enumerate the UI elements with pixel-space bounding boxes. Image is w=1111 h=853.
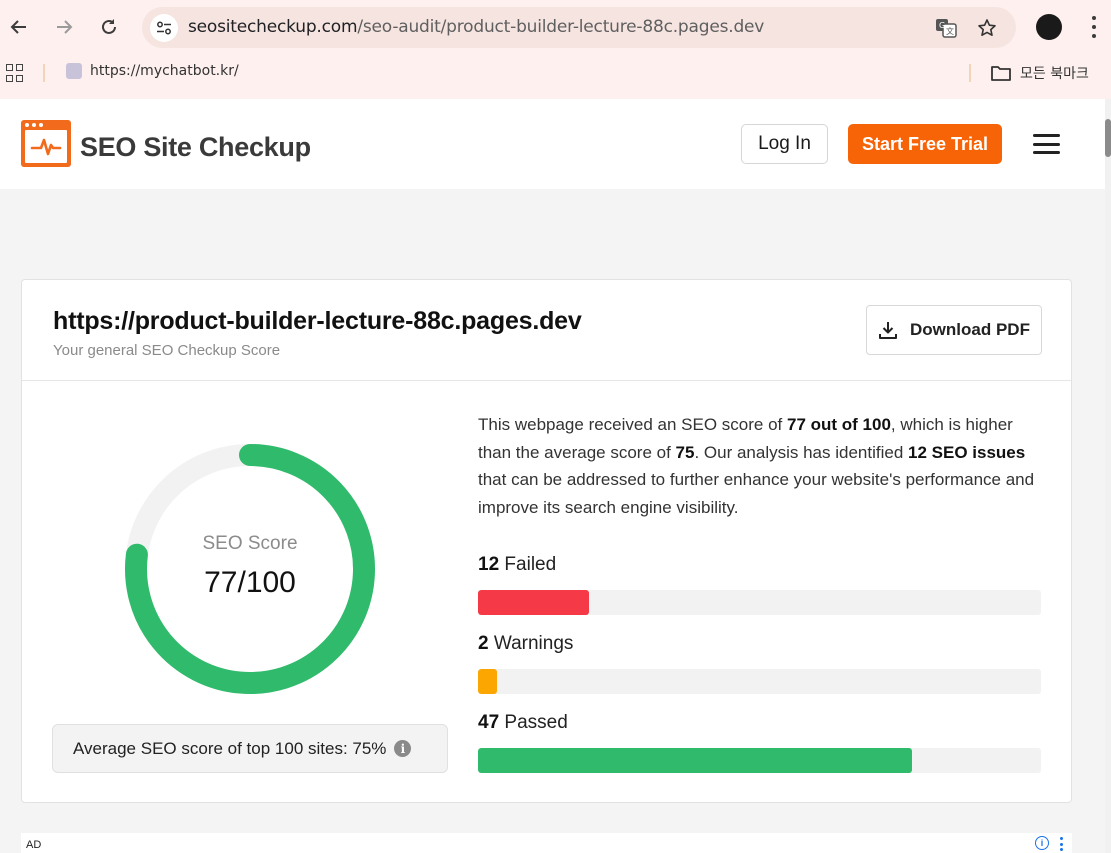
score-summary: This webpage received an SEO score of 77… — [478, 415, 1035, 518]
url-host: seositecheckup.com — [188, 17, 358, 37]
passed-label: 47 Passed — [478, 712, 568, 733]
score-value: 77/100 — [204, 566, 296, 599]
ad-menu-icon[interactable] — [1060, 837, 1064, 851]
download-pdf-button[interactable]: Download PDF — [866, 305, 1042, 355]
svg-text:G: G — [939, 21, 945, 30]
reload-button[interactable] — [94, 12, 124, 42]
translate-button[interactable]: G文 — [933, 15, 959, 41]
pulse-icon — [30, 138, 62, 156]
url-path: /seo-audit/product-builder-lecture-88c.p… — [357, 17, 765, 37]
forward-arrow-icon — [57, 20, 73, 34]
page-scrollbar[interactable] — [1105, 99, 1111, 853]
bookmark-star-button[interactable] — [974, 15, 1000, 41]
info-icon[interactable]: i — [394, 740, 412, 757]
failed-bar-fill — [478, 590, 589, 615]
bookmarks-divider — [43, 64, 45, 82]
ad-info-icon[interactable]: i — [1035, 836, 1049, 850]
bookmark-label: https://mychatbot.kr/ — [90, 63, 239, 79]
start-free-trial-button[interactable]: Start Free Trial — [848, 124, 1002, 164]
star-icon — [978, 19, 996, 36]
logo-icon[interactable] — [21, 120, 71, 167]
back-arrow-icon — [10, 20, 26, 34]
translate-icon: G文 — [936, 19, 957, 38]
average-score-text: Average SEO score of top 100 sites: 75% — [73, 738, 387, 758]
passed-bar-fill — [478, 748, 912, 773]
download-icon — [879, 322, 898, 339]
failed-bar — [478, 590, 1041, 615]
passed-bar — [478, 748, 1041, 773]
bookmark-item[interactable]: https://mychatbot.kr/ — [66, 63, 239, 79]
address-bar[interactable]: seositecheckup.com/seo-audit/product-bui… — [142, 7, 1016, 48]
report-site-url: https://product-builder-lecture-88c.page… — [53, 307, 582, 335]
scroll-thumb[interactable] — [1105, 119, 1111, 157]
warnings-bar-fill — [478, 669, 497, 694]
url-text[interactable]: seositecheckup.com/seo-audit/product-bui… — [188, 17, 764, 37]
ad-banner[interactable]: AD i — [21, 833, 1072, 853]
average-score-box: Average SEO score of top 100 sites: 75% … — [52, 724, 448, 773]
warnings-label: 2 Warnings — [478, 633, 574, 654]
all-bookmarks-label: 모든 북마크 — [1020, 66, 1089, 82]
back-button[interactable] — [4, 12, 34, 42]
logo-text[interactable]: SEO Site Checkup — [80, 132, 311, 163]
forward-button[interactable] — [49, 12, 79, 42]
tune-icon — [157, 21, 171, 35]
site-info-button[interactable] — [150, 14, 178, 42]
hamburger-menu-icon[interactable] — [1033, 134, 1060, 154]
ad-label: AD — [26, 839, 42, 851]
profile-avatar[interactable] — [1036, 14, 1062, 40]
report-subtitle: Your general SEO Checkup Score — [53, 342, 281, 359]
gauge-label: SEO Score — [202, 533, 298, 554]
bookmarks-divider — [969, 64, 971, 82]
login-button[interactable]: Log In — [741, 124, 828, 164]
reload-icon — [102, 19, 116, 34]
browser-menu-icon[interactable] — [1084, 14, 1104, 40]
warnings-bar — [478, 669, 1041, 694]
failed-label: 12 Failed — [478, 554, 557, 575]
svg-text:文: 文 — [946, 26, 954, 36]
apps-grid-icon[interactable] — [6, 64, 24, 82]
bookmark-favicon-icon — [66, 63, 82, 79]
browser-toolbar: seositecheckup.com/seo-audit/product-bui… — [0, 0, 1111, 99]
bookmarks-bar: https://mychatbot.kr/ 모든 북마크 — [0, 55, 1111, 91]
folder-icon — [991, 66, 1011, 81]
site-header: SEO Site Checkup Log In Start Free Trial — [0, 99, 1105, 189]
report-header: https://product-builder-lecture-88c.page… — [22, 280, 1071, 381]
all-bookmarks-folder[interactable]: 모든 북마크 — [990, 63, 1089, 83]
download-pdf-label: Download PDF — [910, 320, 1030, 339]
